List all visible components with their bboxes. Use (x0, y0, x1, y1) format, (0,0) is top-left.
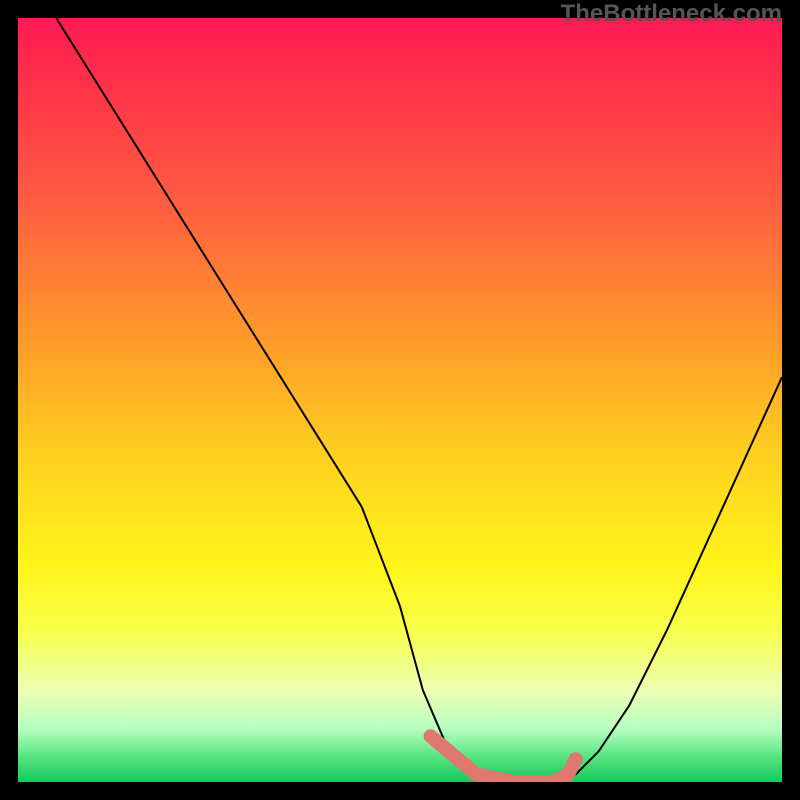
highlight-salmon-line (431, 736, 576, 782)
bottleneck-curve-line (56, 18, 782, 782)
chart-frame: TheBottleneck.com (0, 0, 800, 800)
chart-svg (18, 18, 782, 782)
watermark-text: TheBottleneck.com (561, 0, 782, 28)
plot-area (18, 18, 782, 782)
